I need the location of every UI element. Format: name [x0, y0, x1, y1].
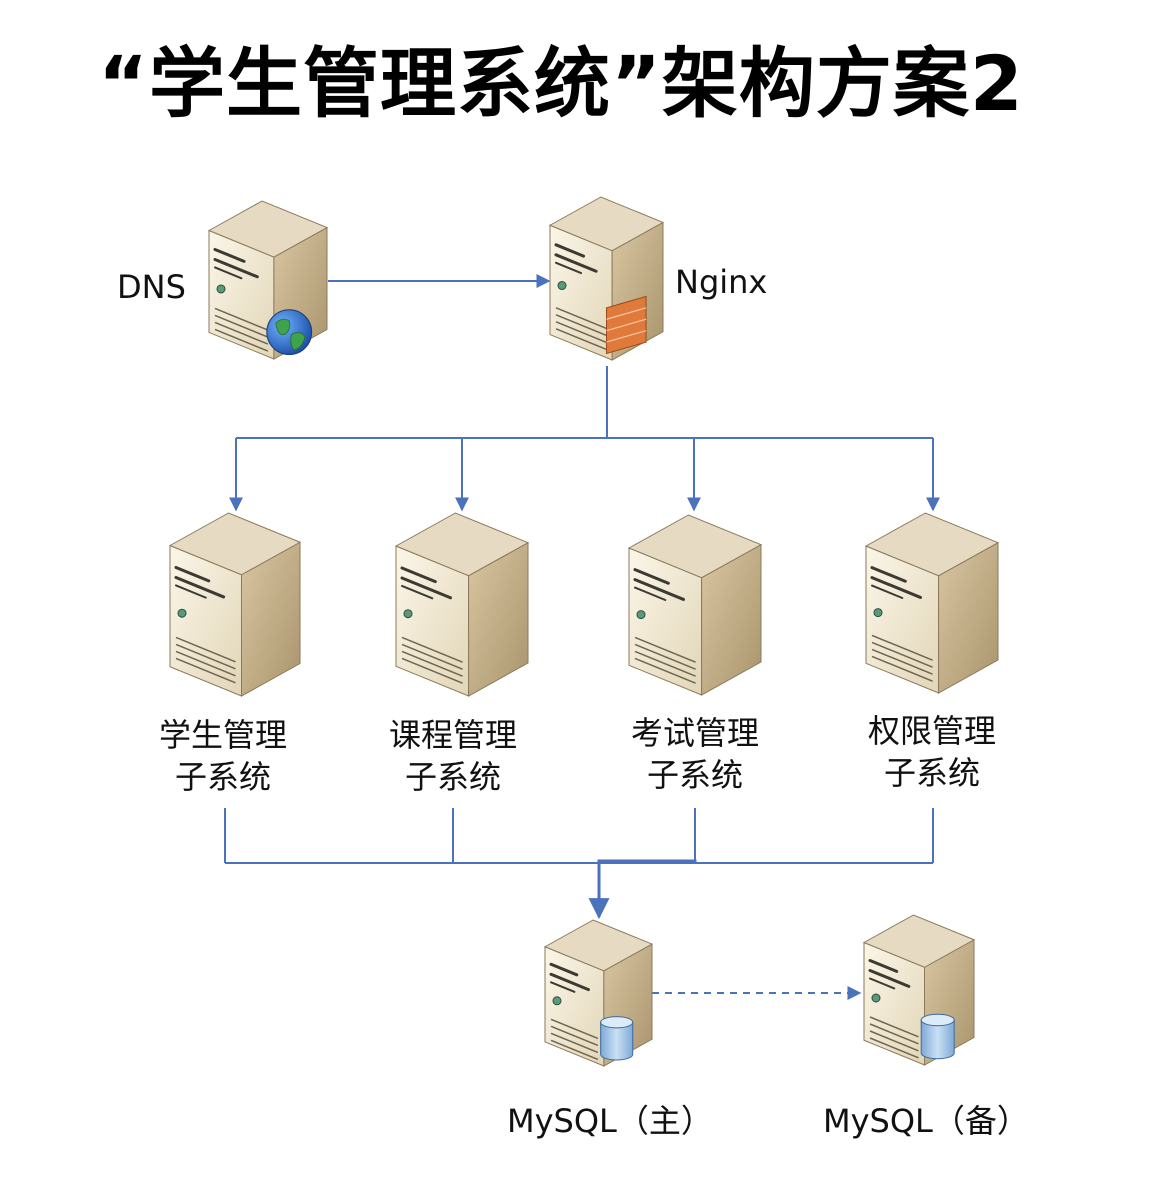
subsystem-4-server — [864, 512, 1000, 694]
mysql-backup-label: MySQL（备） — [823, 1102, 1029, 1140]
mysql-main-label: MySQL（主） — [507, 1102, 713, 1140]
subsystem-3-label-line2: 子系统 — [646, 756, 743, 794]
subsystem-2-label-line1: 课程管理 — [388, 716, 517, 754]
subsystem-4-label-line1: 权限管理 — [867, 712, 996, 750]
subsystem-3-server — [627, 514, 763, 696]
subsystem-4-label-line2: 子系统 — [883, 754, 980, 792]
subsystem-1-label-line2: 子系统 — [174, 758, 271, 796]
subsystem-2-label-line2: 子系统 — [404, 758, 501, 796]
subsystem-1-label-line1: 学生管理 — [158, 716, 287, 754]
subsystem-2-server — [394, 512, 530, 697]
architecture-diagram — [168, 196, 1000, 1067]
subsystem-3-label: 考试管理 子系统 — [595, 712, 795, 796]
subsystem-2-label: 课程管理 子系统 — [353, 714, 553, 798]
database-icon — [600, 1016, 634, 1061]
mysql-main-server — [543, 919, 654, 1067]
dns-server — [207, 200, 329, 360]
dns-label: DNS — [117, 268, 186, 306]
subsystem-3-label-line1: 考试管理 — [630, 714, 759, 752]
server-nodes — [168, 196, 1000, 1067]
subsystem-1-server — [168, 512, 302, 697]
subsystem-1-label: 学生管理 子系统 — [123, 714, 323, 798]
database-icon — [920, 1013, 955, 1060]
nginx-server — [548, 196, 665, 361]
mysql-backup-server — [862, 914, 976, 1066]
subsystem-4-label: 权限管理 子系统 — [832, 710, 1032, 794]
globe-icon — [266, 309, 313, 356]
nginx-label: Nginx — [675, 263, 768, 301]
edge-db-feed — [588, 859, 697, 920]
connectors — [224, 274, 940, 1000]
